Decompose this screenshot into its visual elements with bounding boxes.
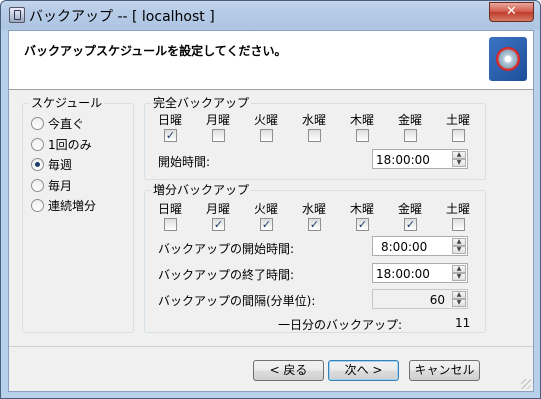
inc-end-time-label: バックアップの終了時間: xyxy=(158,268,295,282)
radio-now[interactable]: 今直ぐ xyxy=(31,116,84,132)
radio-monthly[interactable]: 毎月 xyxy=(31,178,72,194)
app-icon xyxy=(9,7,25,23)
inc-checkbox-sun[interactable] xyxy=(164,218,177,231)
inc-day-sat: 土曜 xyxy=(445,202,470,216)
window-title: バックアップ -- [ localhost ] xyxy=(29,9,215,25)
spin-down-icon[interactable]: ▼ xyxy=(452,246,466,254)
radio-weekly-label: 毎週 xyxy=(48,158,73,172)
cancel-button[interactable]: キャンセル xyxy=(409,360,480,381)
schedule-legend: スケジュール xyxy=(29,96,105,110)
radio-once-label: 1回のみ xyxy=(48,138,92,152)
full-day-sun: 日曜 xyxy=(157,113,182,127)
full-start-time-arrows[interactable]: ▲ ▼ xyxy=(452,151,466,167)
inc-day-sun: 日曜 xyxy=(157,202,182,216)
full-day-sat: 土曜 xyxy=(445,113,470,127)
spin-up-icon[interactable]: ▲ xyxy=(452,151,466,159)
spin-down-icon[interactable]: ▼ xyxy=(452,159,466,167)
radio-continuous[interactable]: 連続増分 xyxy=(31,198,96,214)
inc-day-fri: 金曜 xyxy=(397,202,422,216)
inc-checkbox-sat[interactable] xyxy=(452,218,465,231)
full-day-mon: 月曜 xyxy=(205,113,230,127)
inc-interval-arrows[interactable]: ▲ ▼ xyxy=(452,291,466,307)
inc-checkbox-wed[interactable]: ✓ xyxy=(308,218,321,231)
resize-grip-icon[interactable] xyxy=(521,379,531,389)
inc-day-tue: 火曜 xyxy=(253,202,278,216)
close-icon: ✕ xyxy=(506,4,517,19)
full-day-fri: 金曜 xyxy=(397,113,422,127)
spin-up-icon[interactable]: ▲ xyxy=(452,238,466,246)
inc-start-time-arrows[interactable]: ▲ ▼ xyxy=(452,238,466,254)
inc-start-time-label: バックアップの開始時間: xyxy=(158,242,295,256)
inc-interval-label: バックアップの間隔(分単位): xyxy=(158,294,316,308)
inc-interval-spinner[interactable]: 60 ▲ ▼ xyxy=(372,289,468,309)
full-checkbox-wed[interactable] xyxy=(308,129,321,142)
backup-disc-icon xyxy=(489,37,527,81)
inc-day-thu: 木曜 xyxy=(349,202,374,216)
inc-day-mon: 月曜 xyxy=(205,202,230,216)
inc-start-time-spinner[interactable]: 8:00:00 ▲ ▼ xyxy=(372,236,468,256)
spin-up-icon[interactable]: ▲ xyxy=(452,291,466,299)
radio-weekly-indicator[interactable] xyxy=(31,158,44,171)
full-start-time-value: 18:00:00 xyxy=(376,153,430,167)
inc-checkbox-tue[interactable]: ✓ xyxy=(260,218,273,231)
incremental-backup-group: 増分バックアップ 日曜 月曜 火曜 水曜 木曜 金曜 土曜 ✓ ✓ ✓ ✓ ✓ … xyxy=(144,183,486,333)
inc-checkbox-mon[interactable]: ✓ xyxy=(212,218,225,231)
inc-checkbox-thu[interactable]: ✓ xyxy=(356,218,369,231)
radio-now-indicator[interactable] xyxy=(31,117,44,130)
radio-once[interactable]: 1回のみ xyxy=(31,137,92,153)
dialog-window: バックアップ -- [ localhost ] ✕ バックアップスケジュールを設… xyxy=(0,0,541,399)
full-checkbox-sat[interactable] xyxy=(452,129,465,142)
full-checkbox-fri[interactable] xyxy=(404,129,417,142)
full-backup-group: 完全バックアップ 日曜 月曜 火曜 水曜 木曜 金曜 土曜 ✓ 開始時間: 18… xyxy=(144,96,486,180)
full-day-thu: 木曜 xyxy=(349,113,374,127)
inc-end-time-value: 18:00:00 xyxy=(376,267,430,281)
full-day-tue: 火曜 xyxy=(253,113,278,127)
inc-per-day-value: 11 xyxy=(455,316,471,330)
dialog-client-area: バックアップスケジュールを設定してください。 スケジュール 今直ぐ 1回のみ 毎… xyxy=(8,30,534,392)
full-backup-legend: 完全バックアップ xyxy=(151,96,252,110)
button-separator xyxy=(9,346,533,347)
radio-monthly-label: 毎月 xyxy=(48,179,73,193)
full-checkbox-mon[interactable] xyxy=(212,129,225,142)
full-start-time-label: 開始時間: xyxy=(158,155,211,169)
inc-end-time-arrows[interactable]: ▲ ▼ xyxy=(452,265,466,281)
radio-continuous-indicator[interactable] xyxy=(31,199,44,212)
inc-checkbox-fri[interactable]: ✓ xyxy=(404,218,417,231)
header-instruction: バックアップスケジュールを設定してください。 xyxy=(24,44,287,58)
next-button[interactable]: 次へ > xyxy=(328,360,399,381)
radio-continuous-label: 連続増分 xyxy=(48,199,97,213)
radio-now-label: 今直ぐ xyxy=(48,117,85,131)
spin-up-icon[interactable]: ▲ xyxy=(452,265,466,273)
spin-down-icon[interactable]: ▼ xyxy=(452,299,466,307)
radio-weekly[interactable]: 毎週 xyxy=(31,157,72,173)
title-bar[interactable]: バックアップ -- [ localhost ] ✕ xyxy=(1,1,540,29)
full-checkbox-tue[interactable] xyxy=(260,129,273,142)
incremental-backup-legend: 増分バックアップ xyxy=(151,183,252,197)
inc-interval-value: 60 xyxy=(429,293,445,307)
full-start-time-spinner[interactable]: 18:00:00 ▲ ▼ xyxy=(372,149,468,169)
radio-monthly-indicator[interactable] xyxy=(31,179,44,192)
back-button[interactable]: < 戻る xyxy=(253,360,324,381)
close-button[interactable]: ✕ xyxy=(489,2,534,22)
radio-once-indicator[interactable] xyxy=(31,138,44,151)
inc-per-day-label: 一日分のバックアップ: xyxy=(278,318,403,332)
inc-start-time-value: 8:00:00 xyxy=(381,240,428,254)
inc-day-wed: 水曜 xyxy=(301,202,326,216)
spin-down-icon[interactable]: ▼ xyxy=(452,273,466,281)
full-day-wed: 水曜 xyxy=(301,113,326,127)
full-checkbox-thu[interactable] xyxy=(356,129,369,142)
full-checkbox-sun[interactable]: ✓ xyxy=(164,129,177,142)
inc-end-time-spinner[interactable]: 18:00:00 ▲ ▼ xyxy=(372,263,468,283)
schedule-group: スケジュール 今直ぐ 1回のみ 毎週 毎月 連続増分 xyxy=(22,96,134,333)
wizard-header: バックアップスケジュールを設定してください。 xyxy=(9,31,533,90)
